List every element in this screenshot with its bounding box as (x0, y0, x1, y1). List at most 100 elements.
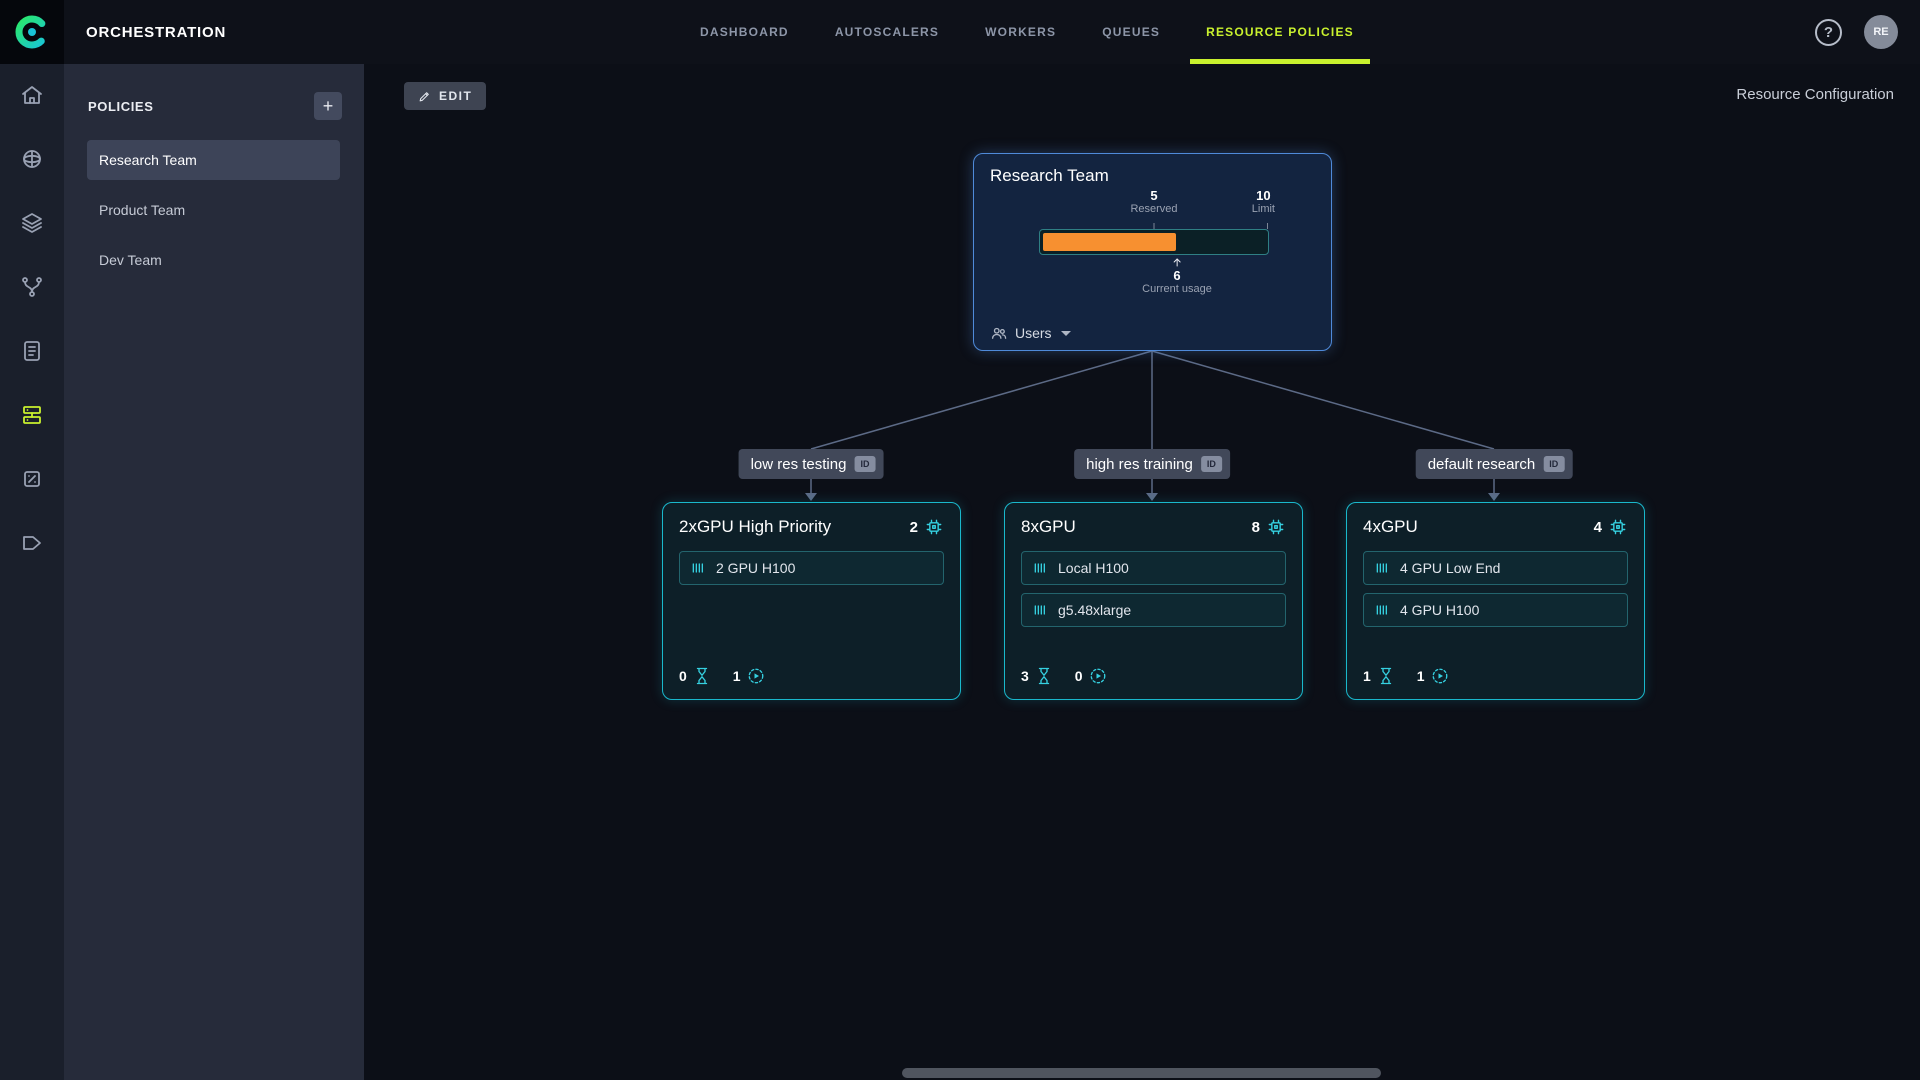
add-policy-button[interactable]: + (314, 92, 342, 120)
topbar-right: ? RE (1815, 0, 1920, 64)
worker-row-label: g5.48xlarge (1058, 602, 1132, 618)
pending-count: 1 (1363, 668, 1371, 684)
card-stats: 3 0 (1021, 667, 1107, 685)
id-badge[interactable]: ID (1543, 456, 1565, 472)
running-count: 0 (1074, 668, 1083, 684)
reserved-tick (1153, 223, 1155, 229)
policy-root-card[interactable]: Research Team 5 Reserved 10 Limit 6 Curr… (973, 153, 1332, 351)
gpu-count-value: 2 (909, 518, 918, 536)
running-count: 1 (1416, 668, 1425, 684)
nav-tab-workers[interactable]: WORKERS (985, 0, 1056, 64)
avatar[interactable]: RE (1864, 15, 1898, 49)
reserved-readout: 5 Reserved (1130, 188, 1177, 215)
edit-button[interactable]: EDIT (404, 82, 487, 110)
worker-row[interactable]: 4 GPU H100 (1363, 593, 1628, 627)
app-logo[interactable] (0, 0, 64, 64)
card-stats: 0 1 (679, 667, 765, 685)
resource-card-title: 8xGPU (1021, 517, 1076, 536)
worker-row[interactable]: 4 GPU Low End (1363, 551, 1628, 585)
worker-row[interactable]: Local H100 (1021, 551, 1286, 585)
worker-row[interactable]: 2 GPU H100 (679, 551, 944, 585)
queue-bars-icon (1376, 563, 1387, 573)
policy-root-title: Research Team (990, 166, 1109, 185)
gpu-count-value: 4 (1593, 518, 1602, 536)
queue-bars-icon (692, 563, 703, 573)
current-usage-marker: 6 Current usage (1142, 255, 1212, 295)
current-usage-label: Current usage (1142, 283, 1212, 295)
nav-tab-autoscalers[interactable]: AUTOSCALERS (835, 0, 939, 64)
hourglass-icon (1380, 667, 1391, 685)
running-stat: 0 (1075, 667, 1107, 685)
nav-tab-queues[interactable]: QUEUES (1102, 0, 1160, 64)
gpu-count: 4 (1594, 517, 1628, 537)
projects-icon[interactable] (20, 147, 44, 171)
icon-rail (0, 64, 64, 1080)
running-stat: 1 (733, 667, 765, 685)
datasets-icon[interactable] (20, 211, 44, 235)
clearml-logo-icon (15, 15, 49, 49)
pipelines-icon[interactable] (20, 275, 44, 299)
id-badge[interactable]: ID (1200, 456, 1222, 472)
limit-tick (1267, 223, 1268, 229)
users-label: Users (1015, 325, 1052, 341)
pending-count: 0 (679, 668, 687, 684)
reserved-value: 5 (1150, 188, 1158, 203)
queue-pill-label: high res training (1086, 455, 1193, 473)
queue-bars-icon (1034, 605, 1045, 615)
reports-icon[interactable] (20, 339, 44, 363)
queue-pill-label: default research (1427, 455, 1536, 473)
chip-icon (1268, 519, 1284, 535)
pending-count: 3 (1021, 668, 1029, 684)
horizontal-scrollbar[interactable] (902, 1068, 1381, 1078)
usage-meter: 5 Reserved 10 Limit 6 Current usage (1039, 188, 1275, 307)
chevron-down-icon (1060, 330, 1071, 336)
limit-value: 10 (1256, 188, 1271, 203)
nav-tab-dashboard[interactable]: DASHBOARD (700, 0, 789, 64)
gpu-count: 2 (910, 517, 944, 537)
card-stats: 1 1 (1363, 667, 1449, 685)
limit-label: Limit (1251, 203, 1275, 215)
nav-tab-resource-policies[interactable]: RESOURCE POLICIES (1190, 0, 1370, 64)
home-icon[interactable] (20, 83, 44, 107)
policy-canvas: EDIT Resource Configuration Research Tea… (364, 64, 1920, 1080)
worker-row-label: 4 GPU H100 (1400, 602, 1480, 618)
queue-bars-icon (1376, 605, 1387, 615)
orchestration-icon[interactable] (20, 403, 44, 427)
queue-pill-high-res-training: high res training ID (1074, 449, 1230, 479)
queue-pill-label: low res testing (750, 455, 847, 473)
chip-icon (926, 519, 942, 535)
usage-bar-fill (1043, 233, 1177, 251)
main-nav: DASHBOARD AUTOSCALERS WORKERS QUEUES RES… (700, 0, 1370, 64)
chip-icon (1610, 519, 1626, 535)
resource-card-title: 2xGPU High Priority (679, 517, 832, 536)
models-icon[interactable] (20, 467, 44, 491)
sidebar-title: POLICIES (88, 98, 154, 114)
resource-card-8xgpu[interactable]: 8xGPU 8 Local H100 g5.48xlarge 3 0 (1004, 502, 1303, 700)
pencil-icon (419, 91, 429, 101)
users-dropdown[interactable]: Users (990, 324, 1071, 342)
arrow-up-icon (1173, 258, 1181, 267)
sidebar-item-research-team[interactable]: Research Team (87, 140, 340, 180)
pending-stat: 0 (679, 667, 711, 685)
resource-card-4xgpu[interactable]: 4xGPU 4 4 GPU Low End 4 GPU H100 1 1 (1346, 502, 1645, 700)
queue-pill-low-res-testing: low res testing ID (738, 449, 884, 479)
usage-bar-track (1039, 229, 1269, 255)
sidebar-item-product-team[interactable]: Product Team (87, 190, 340, 230)
id-badge[interactable]: ID (854, 456, 876, 472)
resource-card-2xgpu-high-priority[interactable]: 2xGPU High Priority 2 2 GPU H100 0 1 (662, 502, 961, 700)
worker-row-label: Local H100 (1058, 560, 1129, 576)
gpu-count: 8 (1252, 517, 1286, 537)
sidebar-header: POLICIES + (64, 64, 364, 140)
resource-configuration-label: Resource Configuration (1736, 86, 1894, 103)
running-stat: 1 (1417, 667, 1449, 685)
worker-row-label: 2 GPU H100 (716, 560, 796, 576)
applications-icon[interactable] (20, 531, 44, 555)
limit-readout: 10 Limit (1252, 188, 1275, 215)
worker-row[interactable]: g5.48xlarge (1021, 593, 1286, 627)
help-icon[interactable]: ? (1815, 18, 1842, 46)
pending-stat: 3 (1021, 667, 1053, 685)
reserved-label: Reserved (1130, 203, 1178, 215)
sidebar-item-dev-team[interactable]: Dev Team (87, 240, 340, 280)
play-icon (1432, 668, 1448, 684)
pending-stat: 1 (1363, 667, 1395, 685)
